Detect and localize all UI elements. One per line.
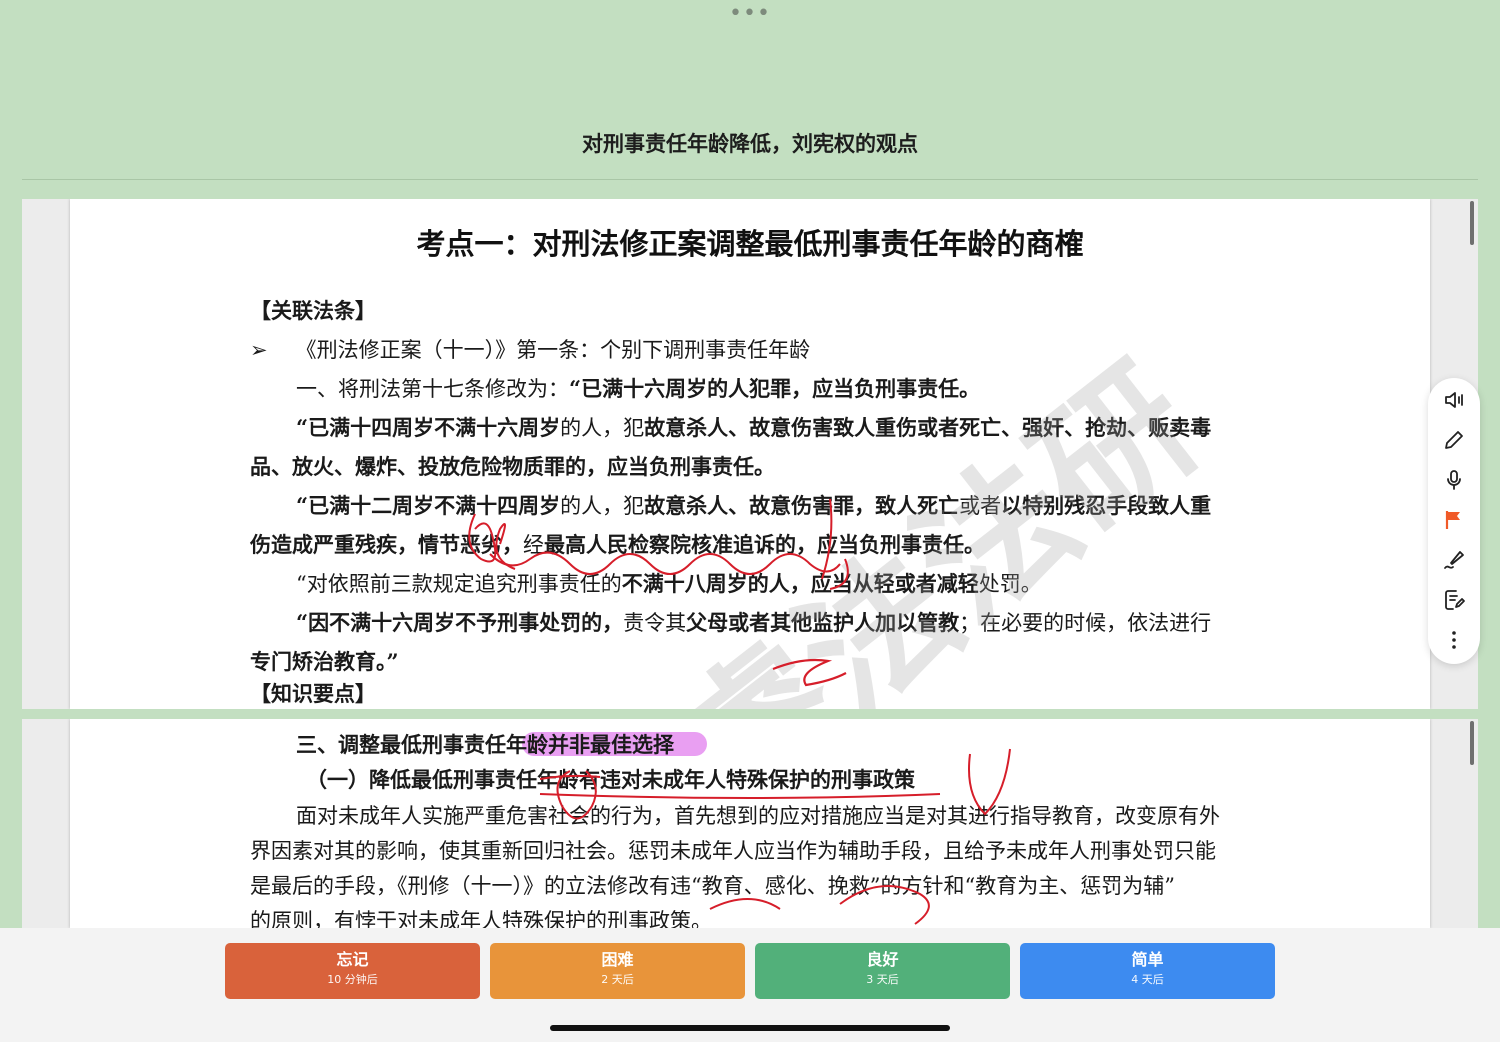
law-line-4: “已满十二周岁不满十四周岁的人，犯故意杀人、故意伤害罪，致人死亡或者以特别残忍手…: [296, 491, 1211, 521]
rate-interval: 4 天后: [1131, 973, 1164, 986]
rate-easy-button[interactable]: 简单 4 天后: [1020, 943, 1275, 999]
section-label-related-law: 【关联法条】: [250, 298, 376, 323]
pdf-viewer-panel-1[interactable]: 考点一：对刑法修正案调整最低刑事责任年龄的商榷 【关联法条】 ➢ 《刑法修正案（十…: [22, 199, 1478, 709]
law-line-3: 品、放火、爆炸、投放危险物质罪的，应当负刑事责任。: [250, 454, 775, 479]
text-run: 父母或者其他监护人加以管教: [686, 610, 960, 635]
rate-again-button[interactable]: 忘记 10 分钟后: [225, 943, 480, 999]
law-line-8: 专门矫治教育。”: [250, 649, 399, 674]
text-run: “对依照前三款规定追究刑事责任的: [296, 572, 622, 596]
signature-pen-icon[interactable]: [1440, 546, 1468, 574]
text-run: “已满十六周岁的人犯罪，应当负刑事责任。: [569, 376, 981, 401]
title-divider: [22, 179, 1478, 180]
rate-interval: 2 天后: [601, 973, 634, 986]
law-line-7: “因不满十六周岁不予刑事处罚的，责令其父母或者其他监护人加以管教；在必要的时候，…: [296, 608, 1211, 638]
bullet-arrow: ➢: [250, 338, 268, 362]
text-run: 的人，犯: [560, 416, 645, 440]
text-run: 的人，犯: [560, 494, 645, 518]
window-menu-dots[interactable]: •••: [0, 3, 1500, 25]
text-run: 伤造成严重残疾，情节恶劣，: [250, 532, 523, 557]
scrollbar-1[interactable]: [1470, 201, 1474, 245]
text-run: 最高人民检察院核准追诉: [544, 532, 775, 557]
paragraph-line-1: 面对未成年人实施严重危害社会的行为，首先想到的应对措施应当是对其进行指导教育，改…: [296, 804, 1220, 828]
law-line-2: “已满十四周岁不满十六周岁的人，犯故意杀人、故意伤害致人重伤或者死亡、强奸、抢劫…: [296, 413, 1211, 443]
text-run: “已满十四周岁不满十六周岁: [296, 415, 561, 440]
text-run: “因不满十六周岁不予刑事处罚的，: [296, 610, 624, 635]
pdf-viewer-panel-2[interactable]: 三、调整最低刑事责任年龄并非最佳选择 （一）降低最低刑事责任年龄有违对未成年人特…: [22, 719, 1478, 928]
scrollbar-2[interactable]: [1470, 721, 1474, 765]
text-run: “已满十二周岁不满十四周岁: [296, 493, 561, 518]
bullet-text: 《刑法修正案（十一）》第一条：个别下调刑事责任年龄: [295, 338, 811, 362]
law-line-6: “对依照前三款规定追究刑事责任的不满十八周岁的人，应当从轻或者减轻处罚。: [296, 569, 1042, 599]
law-line-5: 伤造成严重残疾，情节恶劣，经最高人民检察院核准追诉的，应当负刑事责任。: [250, 530, 985, 560]
rate-label: 忘记: [336, 950, 369, 969]
page-heading: 考点一：对刑法修正案调整最低刑事责任年龄的商榷: [416, 227, 1084, 261]
text-run: 经: [523, 533, 544, 557]
subsection-heading-1: （一）降低最低刑事责任年龄有违对未成年人特殊保护的刑事政策: [306, 768, 915, 792]
more-vertical-icon[interactable]: [1440, 626, 1468, 654]
flag-icon[interactable]: [1440, 506, 1468, 534]
home-indicator[interactable]: [550, 1025, 950, 1031]
pencil-icon[interactable]: [1440, 426, 1468, 454]
floating-toolbar: [1428, 378, 1480, 664]
pdf-page-2: 三、调整最低刑事责任年龄并非最佳选择 （一）降低最低刑事责任年龄有违对未成年人特…: [70, 719, 1430, 928]
text-run: 以特别残忍手段致人重: [1001, 493, 1212, 518]
paragraph-line-3: 是最后的手段，《刑修（十一）》的立法修改有违“教育、感化、挽救”的方针和“教育为…: [250, 874, 1175, 898]
section-heading-3: 三、调整最低刑事责任年龄并非最佳选择: [296, 733, 674, 757]
text-run: ；在必要的时候，依法进行: [959, 611, 1212, 635]
rate-label: 困难: [601, 950, 634, 969]
rate-good-button[interactable]: 良好 3 天后: [755, 943, 1010, 999]
law-bullet-line: ➢ 《刑法修正案（十一）》第一条：个别下调刑事责任年龄: [250, 335, 810, 365]
text-run: 处罚。: [978, 572, 1042, 596]
rate-label: 良好: [866, 950, 899, 969]
text-run: 责令其: [623, 611, 687, 635]
law-line-1: 一、将刑法第十七条修改为：“已满十六周岁的人犯罪，应当负刑事责任。: [296, 374, 980, 404]
paragraph-line-2: 界因素对其的影响，使其重新回归社会。惩罚未成年人应当作为辅助手段，且给予未成年人…: [250, 839, 1216, 863]
microphone-icon[interactable]: [1440, 466, 1468, 494]
text-run: 的，应当负刑事责任。: [775, 532, 985, 557]
text-run: 或者: [959, 494, 1002, 518]
review-rating-bar: 忘记 10 分钟后 困难 2 天后 良好 3 天后 简单 4 天后: [0, 928, 1500, 1042]
speaker-icon[interactable]: [1440, 386, 1468, 414]
text-run: 一、将刑法第十七条修改为：: [296, 377, 569, 401]
text-run: 故意杀人、故意伤害罪，致人死亡: [644, 493, 960, 518]
paragraph-line-4: 的原则，有悖于对未成年人特殊保护的刑事政策。: [250, 909, 712, 928]
text-run: 不满十八周岁的人，应当从轻或者减轻: [621, 571, 979, 596]
text-run: 故意杀人、故意伤害致人重伤或者死亡、强奸、抢劫、贩卖毒: [644, 415, 1212, 440]
card-title: 对刑事责任年龄降低，刘宪权的观点: [582, 132, 918, 156]
note-edit-icon[interactable]: [1440, 586, 1468, 614]
pdf-page-1: 考点一：对刑法修正案调整最低刑事责任年龄的商榷 【关联法条】 ➢ 《刑法修正案（十…: [70, 199, 1430, 709]
rate-interval: 10 分钟后: [327, 973, 378, 986]
section-label-key-points: 【知识要点】: [250, 681, 376, 706]
rate-interval: 3 天后: [866, 973, 899, 986]
rate-label: 简单: [1131, 950, 1164, 969]
rate-hard-button[interactable]: 困难 2 天后: [490, 943, 745, 999]
